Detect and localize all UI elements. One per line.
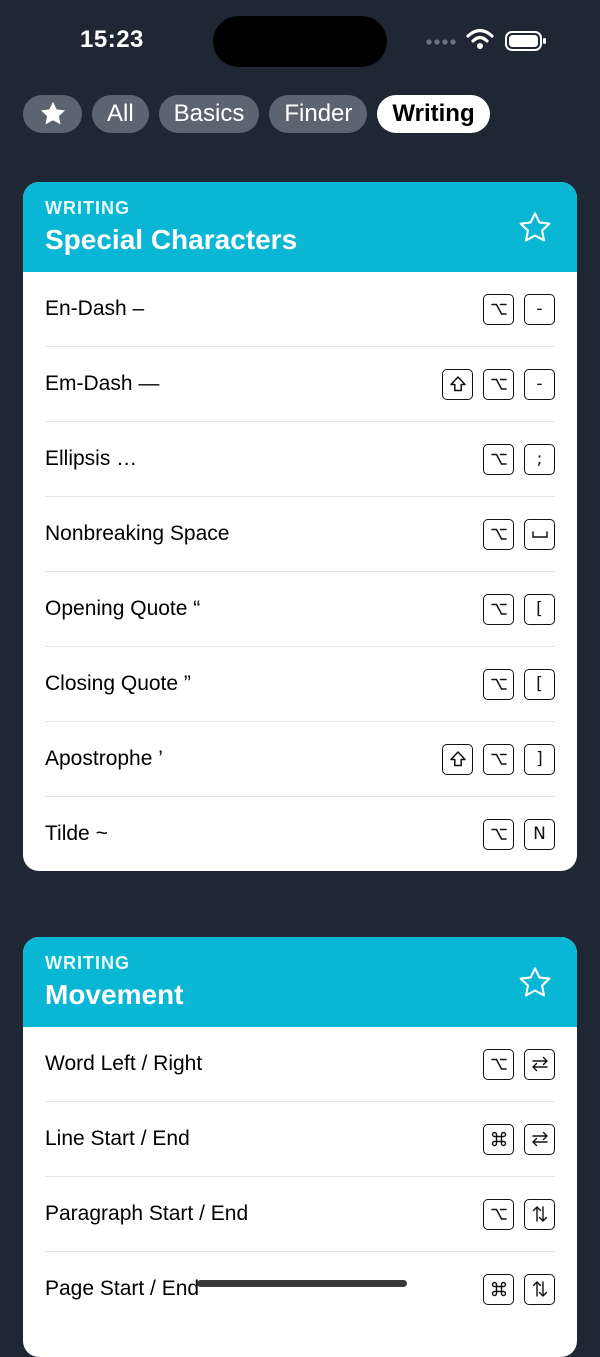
status-bar: 15:23	[0, 0, 600, 80]
shortcut-row[interactable]: Apostrophe ’]	[45, 722, 555, 797]
key-combination: [	[483, 668, 555, 700]
option-key-icon	[483, 818, 514, 850]
status-time: 15:23	[80, 26, 144, 53]
shortcut-label: Nonbreaking Space	[45, 522, 230, 545]
shortcut-card-special-characters: WRITING Special Characters En-Dash – - Em-…	[23, 182, 577, 871]
cellular-signal-icon	[426, 39, 456, 45]
key-combination: -	[442, 368, 555, 400]
option-key-icon	[483, 293, 514, 325]
key-cap: [	[524, 593, 555, 625]
shortcut-label: Page Start / End	[45, 1277, 200, 1300]
shortcut-label: Opening Quote “	[45, 597, 201, 620]
shortcut-label: Apostrophe ’	[45, 747, 163, 770]
card-category: WRITING	[45, 953, 130, 973]
space-key-icon	[524, 518, 555, 550]
command-key-icon	[483, 1123, 514, 1155]
shortcut-label: Closing Quote ”	[45, 672, 191, 695]
key-combination: ]	[442, 743, 555, 775]
option-key-icon	[483, 668, 514, 700]
key-cap: [	[524, 668, 555, 700]
favorite-star-icon[interactable]	[517, 210, 553, 246]
filter-bar: All Basics Finder Writing	[23, 95, 490, 133]
option-key-icon	[483, 1198, 514, 1230]
shortcut-row[interactable]: Nonbreaking Space	[45, 497, 555, 572]
battery-icon	[505, 31, 546, 51]
shift-key-icon	[442, 368, 473, 400]
key-combination: [	[483, 593, 555, 625]
card-title: Special Characters	[45, 224, 298, 255]
card-category: WRITING	[45, 198, 130, 218]
left-right-arrows-key-icon	[524, 1123, 555, 1155]
key-cap: N	[524, 818, 555, 850]
option-key-icon	[483, 593, 514, 625]
card-title: Movement	[45, 979, 184, 1010]
key-cap: -	[524, 368, 555, 400]
key-combination: N	[483, 818, 555, 850]
star-filled-icon	[40, 101, 65, 125]
shortcut-row[interactable]: Paragraph Start / End	[45, 1177, 555, 1252]
favorite-star-icon[interactable]	[517, 965, 553, 1001]
shortcut-label: Paragraph Start / End	[45, 1202, 249, 1225]
card-header: WRITING Special Characters	[23, 182, 577, 272]
key-combination	[483, 1123, 555, 1155]
key-combination: ;	[483, 443, 555, 475]
shortcut-row[interactable]: Opening Quote “ [	[45, 572, 555, 647]
filter-chip-all[interactable]: All	[92, 95, 149, 133]
wifi-icon	[466, 28, 494, 49]
shortcut-label: Line Start / End	[45, 1127, 190, 1150]
option-key-icon	[483, 518, 514, 550]
shortcut-label: Ellipsis …	[45, 447, 138, 470]
shortcut-list: En-Dash – - Em-Dash — - Ellipsis …; Nonbreaki…	[23, 272, 577, 871]
option-key-icon	[483, 368, 514, 400]
shortcut-label: Tilde ~	[45, 822, 108, 845]
key-combination	[483, 1198, 555, 1230]
card-header: WRITING Movement	[23, 937, 577, 1027]
shortcut-row[interactable]: Page Start / End	[45, 1252, 555, 1326]
up-down-arrows-key-icon	[524, 1198, 555, 1230]
shortcut-row[interactable]: Line Start / End	[45, 1102, 555, 1177]
key-cap: ;	[524, 443, 555, 475]
option-key-icon	[483, 443, 514, 475]
shortcut-card-movement: WRITING Movement Word Left / Right Line S…	[23, 937, 577, 1357]
filter-favorites-chip[interactable]	[23, 95, 82, 133]
key-cap: -	[524, 293, 555, 325]
filter-chip-finder[interactable]: Finder	[269, 95, 368, 133]
option-key-icon	[483, 1048, 514, 1080]
shortcut-row[interactable]: Closing Quote ” [	[45, 647, 555, 722]
shortcut-row[interactable]: Ellipsis …;	[45, 422, 555, 497]
key-combination: -	[483, 293, 555, 325]
key-cap: ]	[524, 743, 555, 775]
shortcut-label: Em-Dash —	[45, 372, 160, 395]
home-indicator[interactable]	[197, 1280, 407, 1287]
shortcut-label: Word Left / Right	[45, 1052, 203, 1075]
filter-chip-basics[interactable]: Basics	[158, 95, 260, 133]
shortcut-row[interactable]: Tilde ~ N	[45, 797, 555, 871]
shortcut-row[interactable]: Word Left / Right	[45, 1027, 555, 1102]
filter-chip-writing[interactable]: Writing	[377, 95, 490, 133]
shortcut-label: En-Dash –	[45, 297, 145, 320]
shortcut-row[interactable]: En-Dash – -	[45, 272, 555, 347]
option-key-icon	[483, 743, 514, 775]
dynamic-island	[213, 16, 387, 67]
key-combination	[483, 518, 555, 550]
key-combination	[483, 1048, 555, 1080]
left-right-arrows-key-icon	[524, 1048, 555, 1080]
shift-key-icon	[442, 743, 473, 775]
shortcut-row[interactable]: Em-Dash — -	[45, 347, 555, 422]
